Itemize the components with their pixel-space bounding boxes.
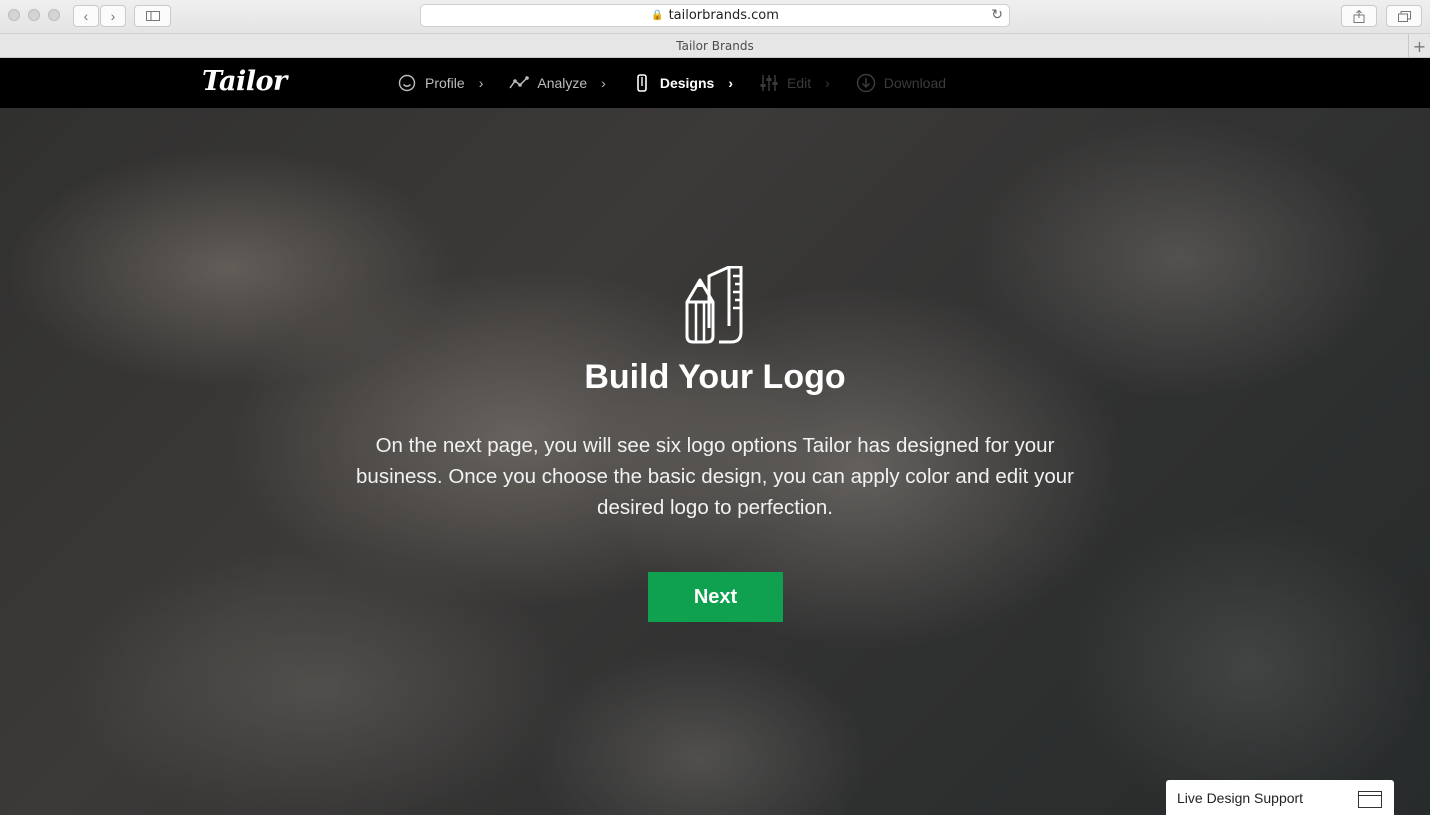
close-window-button[interactable] (8, 9, 20, 21)
chevron-right-icon: › (825, 75, 830, 91)
step-profile[interactable]: Profile › (397, 73, 483, 93)
url-text: tailorbrands.com (668, 8, 779, 23)
tabs-overview-button[interactable] (1386, 5, 1422, 27)
browser-toolbar: ‹ › 🔒 tailorbrands.com ↻ (0, 0, 1430, 34)
sidebar-button[interactable] (134, 5, 171, 27)
brand-logo[interactable]: Tailor (202, 66, 287, 97)
sliders-icon (759, 73, 779, 93)
forward-button[interactable]: › (100, 5, 126, 27)
live-design-support-widget[interactable]: Live Design Support (1166, 780, 1394, 815)
sidebar-icon (145, 11, 160, 21)
chevron-right-icon: › (728, 75, 733, 91)
step-label: Profile (425, 75, 465, 91)
share-button[interactable] (1341, 5, 1377, 27)
step-label: Analyze (537, 75, 588, 91)
step-label: Edit (786, 75, 812, 91)
hero-background: Build Your Logo On the next page, you wi… (0, 108, 1430, 815)
page-title: Build Your Logo (584, 358, 846, 396)
chevron-left-icon: ‹ (83, 8, 89, 24)
face-icon (397, 73, 417, 93)
tab-bar: Tailor Brands + (0, 34, 1430, 58)
tabs-icon (1397, 10, 1411, 22)
reload-icon[interactable]: ↻ (991, 7, 1003, 23)
download-icon (856, 73, 876, 93)
zoom-window-button[interactable] (48, 9, 60, 21)
next-button[interactable]: Next (648, 572, 783, 622)
page-description: On the next page, you will see six logo … (356, 434, 1074, 519)
lock-icon: 🔒 (651, 10, 664, 21)
step-analyze[interactable]: Analyze › (509, 73, 606, 93)
expand-window-icon[interactable] (1358, 791, 1382, 808)
share-icon (1353, 9, 1365, 23)
site-nav: Tailor Profile › Analyze › Designs › Edi… (0, 58, 1430, 108)
minimize-window-button[interactable] (28, 9, 40, 21)
analyze-icon (509, 73, 530, 93)
pencil-ruler-icon (685, 266, 743, 344)
back-button[interactable]: ‹ (73, 5, 99, 27)
step-label: Designs (659, 75, 715, 91)
progress-steps: Profile › Analyze › Designs › Edit › Dow… (397, 58, 972, 108)
chevron-right-icon: › (110, 8, 116, 24)
chevron-right-icon: › (601, 75, 606, 91)
address-bar[interactable]: 🔒 tailorbrands.com ↻ (420, 4, 1010, 27)
step-designs[interactable]: Designs › (632, 73, 733, 93)
designs-icon (632, 73, 652, 93)
support-label: Live Design Support (1177, 789, 1304, 806)
new-tab-button[interactable]: + (1408, 34, 1430, 58)
step-download: Download (856, 73, 946, 93)
tab-title[interactable]: Tailor Brands (676, 39, 753, 53)
step-edit: Edit › (759, 73, 830, 93)
step-label: Download (883, 75, 947, 91)
chevron-right-icon: › (478, 75, 484, 91)
